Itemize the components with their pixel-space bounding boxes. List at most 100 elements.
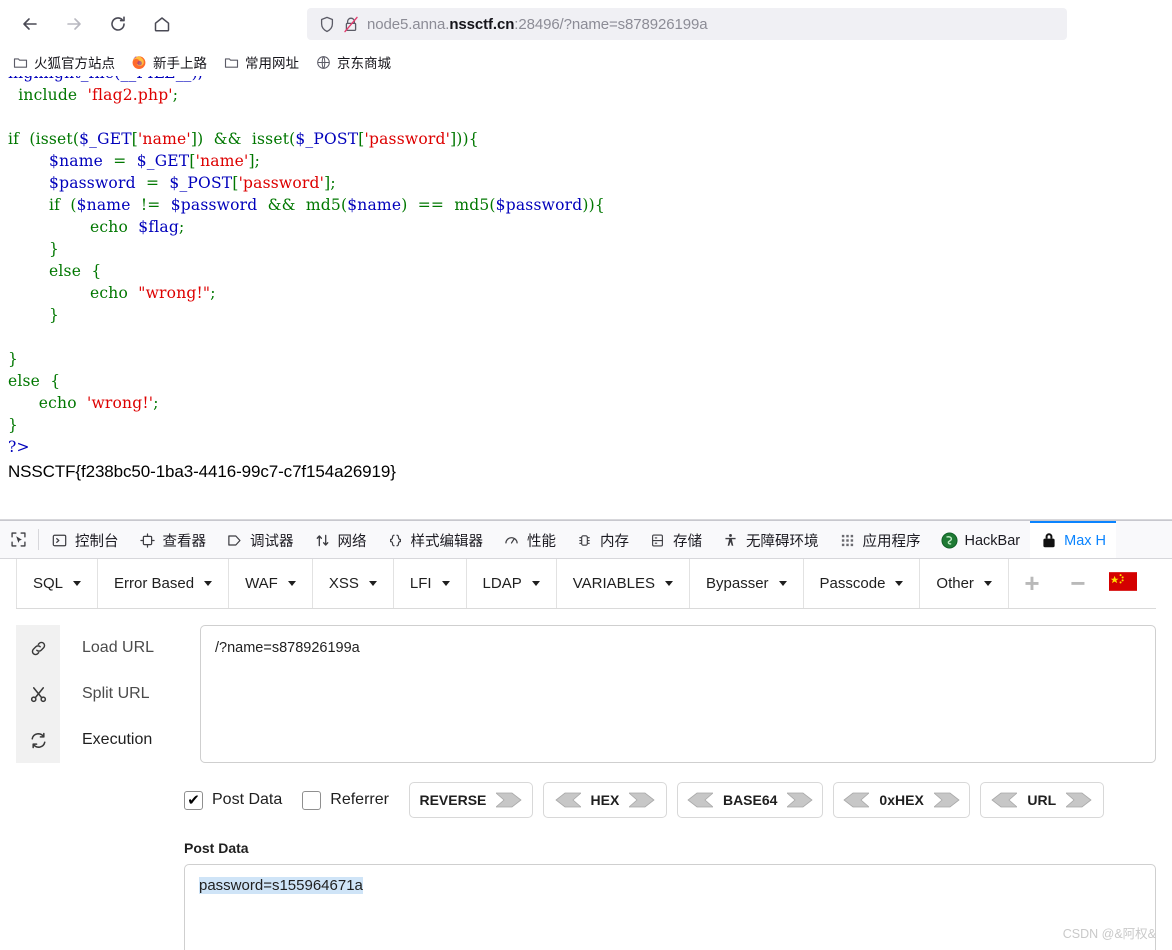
- hackbar-menu-waf[interactable]: WAF: [229, 559, 313, 608]
- devtools-tab-performance[interactable]: 性能: [493, 521, 566, 558]
- url-input[interactable]: /?name=s878926199a: [200, 625, 1156, 763]
- chevron-left-icon[interactable]: [687, 792, 713, 808]
- checkbox-box[interactable]: [302, 790, 322, 810]
- hackbar-menubar: SQL Error Based WAF XSS LFI LDAP VARIABL…: [16, 559, 1156, 609]
- tab-label: 内存: [600, 534, 629, 550]
- chevron-down-icon: [983, 581, 992, 586]
- chevron-right-icon[interactable]: [787, 792, 814, 808]
- hackbar-menu-bypasser[interactable]: Bypasser: [690, 559, 804, 608]
- post-data-label: Post Data: [184, 840, 249, 856]
- code-line: $password = $_POST['password'];: [8, 172, 1164, 194]
- devtools-tab-network[interactable]: 网络: [304, 521, 377, 558]
- bookmark-item-getting-started[interactable]: 新手上路: [131, 52, 207, 72]
- devtools-tab-application[interactable]: 应用程序: [829, 521, 931, 558]
- encoder-reverse[interactable]: REVERSE: [408, 782, 533, 818]
- page-viewport: highlight_file(__FILE__); include 'flag2…: [0, 76, 1172, 520]
- flag-output: NSSCTF{f238bc50-1ba3-4416-99c7-c7f154a26…: [8, 462, 396, 481]
- encoder-hex[interactable]: HEX: [542, 782, 667, 818]
- devtools-tab-storage[interactable]: 存储: [639, 521, 712, 558]
- reload-button[interactable]: [98, 4, 138, 44]
- tab-label: 存储: [673, 534, 702, 550]
- url-editor-area: /?name=s878926199a: [184, 625, 1156, 768]
- storage-icon: [649, 532, 666, 549]
- chevron-down-icon: [531, 581, 540, 586]
- csdn-watermark: CSDN @&阿权&: [1062, 927, 1156, 941]
- chevron-left-icon[interactable]: [843, 792, 870, 808]
- code-line: echo 'wrong!';: [8, 392, 1164, 414]
- home-button[interactable]: [142, 4, 182, 44]
- post-data-checkbox[interactable]: ✔ Post Data: [184, 790, 282, 810]
- code-token: $_POST: [295, 130, 359, 148]
- bookmark-item-jd-mall[interactable]: 京东商城: [315, 52, 391, 72]
- debugger-icon: [226, 532, 243, 549]
- encoder-url[interactable]: URL: [979, 782, 1104, 818]
- menu-label: Bypasser: [706, 575, 769, 592]
- application-icon: [839, 532, 856, 549]
- devtools-tab-style-editor[interactable]: 样式编辑器: [377, 521, 494, 558]
- code-token: $name: [49, 152, 103, 170]
- checkbox-box[interactable]: ✔: [184, 790, 203, 810]
- china-flag-icon: [1108, 571, 1137, 596]
- inspector-icon: [139, 532, 156, 549]
- hackbar-menu-other[interactable]: Other: [920, 559, 1009, 608]
- language-switch[interactable]: [1101, 559, 1137, 608]
- code-line: include 'flag2.php';: [8, 84, 1164, 106]
- devtools-tab-memory[interactable]: 内存: [566, 521, 639, 558]
- address-bar[interactable]: node5.anna.nssctf.cn:28496/?name=s878926…: [307, 8, 1067, 40]
- chevron-left-icon[interactable]: [554, 792, 581, 808]
- shield-icon[interactable]: [319, 16, 335, 33]
- code-line: }: [8, 304, 1164, 326]
- urlbar-container: node5.anna.nssctf.cn:28496/?name=s878926…: [182, 8, 1162, 40]
- post-data-input[interactable]: password=s155964671a: [184, 864, 1156, 950]
- split-url-button[interactable]: Split URL: [16, 671, 184, 717]
- code-token: !=: [130, 196, 171, 214]
- devtools-tab-accessibility[interactable]: 无障碍环境: [712, 521, 829, 558]
- hackbar-body: Load URL Split URL Execution /?name=s878…: [0, 609, 1172, 768]
- url-text: node5.anna.nssctf.cn:28496/?name=s878926…: [367, 15, 708, 33]
- code-token: highlight_file(__FILE__);: [8, 76, 203, 82]
- devtools-tab-inspector[interactable]: 查看器: [129, 521, 217, 558]
- hackbar-menu-ldap[interactable]: LDAP: [467, 559, 557, 608]
- chevron-right-icon[interactable]: [496, 792, 523, 808]
- devtools-tab-max-hackbar[interactable]: Max H: [1030, 521, 1117, 558]
- hackbar-menu-passcode[interactable]: Passcode: [804, 559, 921, 608]
- menu-label: LFI: [409, 575, 432, 592]
- forward-button[interactable]: [54, 4, 94, 44]
- remove-tab-button[interactable]: −: [1055, 559, 1101, 608]
- encoder-0xhex[interactable]: 0xHEX: [833, 782, 970, 818]
- load-url-button[interactable]: Load URL: [16, 625, 184, 671]
- hackbar-action-list: Load URL Split URL Execution: [16, 625, 184, 768]
- code-token: ;: [172, 86, 179, 104]
- devtools-panel: 控制台 查看器 调试器 网络 样式编辑器 性能 内存 存储 无障碍环境 应用程序…: [0, 520, 1172, 950]
- referrer-checkbox[interactable]: Referrer: [302, 790, 389, 810]
- back-button[interactable]: [10, 4, 50, 44]
- lock-broken-icon[interactable]: [343, 16, 359, 33]
- chevron-right-icon[interactable]: [1066, 792, 1092, 808]
- encoder-base64[interactable]: BASE64: [676, 782, 824, 818]
- execution-button[interactable]: Execution: [16, 717, 184, 763]
- code-token: ];: [248, 152, 261, 170]
- element-picker-icon[interactable]: [0, 521, 36, 558]
- code-line: else {: [8, 260, 1164, 282]
- devtools-tab-debugger[interactable]: 调试器: [216, 521, 304, 558]
- hackbar-menu-variables[interactable]: VARIABLES: [557, 559, 690, 608]
- code-token: 'name': [138, 130, 191, 148]
- devtools-tab-hackbar[interactable]: HackBar: [931, 521, 1031, 558]
- bookmark-item-firefox-official[interactable]: 火狐官方站点: [12, 52, 115, 72]
- hackbar-menu-xss[interactable]: XSS: [313, 559, 394, 608]
- hackbar-menu-lfi[interactable]: LFI: [394, 559, 467, 608]
- chevron-right-icon[interactable]: [933, 792, 960, 808]
- chevron-left-icon[interactable]: [991, 792, 1018, 808]
- code-token: "wrong!": [138, 284, 211, 302]
- code-token: =: [135, 174, 170, 192]
- url-host: nssctf.cn: [449, 15, 515, 33]
- hackbar-menu-sql[interactable]: SQL: [16, 559, 99, 608]
- bookmark-item-common-urls[interactable]: 常用网址: [223, 52, 299, 72]
- hackbar-menu-error-based[interactable]: Error Based: [98, 559, 230, 608]
- add-tab-button[interactable]: +: [1009, 559, 1055, 608]
- devtools-tab-console[interactable]: 控制台: [41, 521, 129, 558]
- code-token: $flag: [138, 218, 179, 236]
- tab-label: HackBar: [964, 532, 1021, 549]
- chevron-right-icon[interactable]: [629, 792, 655, 808]
